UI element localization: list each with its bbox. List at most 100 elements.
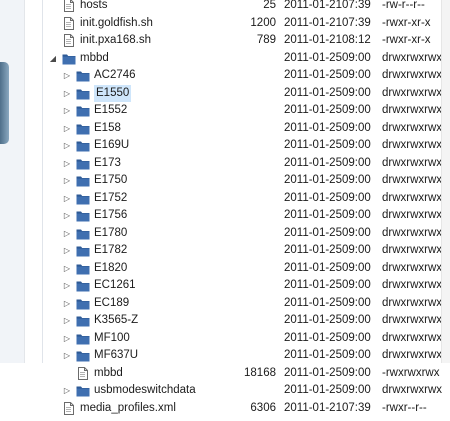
folder-row[interactable]: ▷ E1752 2011-01-25 09:00 drwxrwxrwx [0,190,443,207]
folder-row[interactable]: ▷ MF100 2011-01-25 09:00 drwxrwxrwx [0,330,442,347]
file-name: K3565-Z [94,314,139,326]
file-date: 2011-01-25 [284,156,342,169]
file-icon [62,16,76,30]
file-perm: drwxrwxrwx [382,51,443,64]
folder-row[interactable]: ▷ E1820 2011-01-25 09:00 drwxrwxrwx [0,260,443,277]
folder-icon [76,349,90,362]
file-row[interactable]: init.pxa168.sh 789 2011-01-21 08:12 -rwxr-xr… [0,32,440,49]
folder-icon [76,157,90,170]
file-perm: -rwxr-xr-x [382,16,431,29]
file-time: 09:00 [342,121,371,134]
file-icon [76,366,90,380]
expand-arrow-icon[interactable]: ▷ [62,330,72,347]
file-name: E1752 [94,191,128,204]
folder-row[interactable]: ▷ E1550 2011-01-25 09:00 drwxrwxrwx [0,84,442,102]
folder-row[interactable]: ▷ EC189 2011-01-25 09:00 drwxrwxrwx [0,295,442,312]
expand-arrow-icon[interactable]: ▷ [62,312,72,329]
expand-arrow-icon[interactable]: ▷ [62,190,72,207]
file-row[interactable]: mbbd 18168 2011-01-25 09:00 -rwxrwxrwx [0,365,440,382]
file-name: E1820 [94,261,128,274]
file-time: 09:00 [342,69,371,81]
expand-arrow-icon[interactable]: ▷ [62,155,72,172]
file-perm: -rwxrwxrwx [382,366,440,379]
folder-row[interactable]: ▷ K3565-Z 2011-01-25 09:00 drwxrwxrwx [0,312,442,329]
file-time: 09:00 [342,384,371,396]
file-date: 2011-01-25 [284,296,342,309]
file-perm: drwxrwxrwx [382,261,443,274]
folder-row[interactable]: ▷ E1780 2011-01-25 09:00 drwxrwxrwx [0,225,443,242]
folder-row[interactable]: ▷ E1756 2011-01-25 09:00 drwxrwxrwx [0,207,442,224]
expand-arrow-icon[interactable]: ▷ [62,102,72,119]
file-name: EC1261 [94,279,136,291]
file-name: E169U [94,139,130,151]
file-date: 2011-01-25 [284,226,342,239]
folder-row[interactable]: ◢ mbbd 2011-01-25 09:00 drwxrwxrwx [0,50,443,67]
folder-icon [76,104,90,117]
folder-row[interactable]: ▷ MF637U 2011-01-25 09:00 drwxrwxrwx [0,347,442,364]
expand-arrow-icon[interactable]: ▷ [62,260,72,277]
file-time: 07:39 [342,16,371,29]
folder-row[interactable]: ▷ usbmodeswitchdata 2011-01-25 09:00 drwxrwx… [0,382,443,399]
expand-arrow-icon[interactable]: ▷ [62,85,72,102]
file-row[interactable]: hosts 25 2011-01-21 07:39 -rw-r--r-- [0,0,440,14]
file-name: E1756 [94,209,128,221]
expand-arrow-icon[interactable]: ▷ [62,242,72,259]
folder-icon [76,209,90,222]
vertical-scrollbar[interactable] [441,0,450,363]
expand-arrow-icon[interactable]: ▷ [62,172,72,189]
file-date: 2011-01-21 [284,34,342,46]
file-name: MF637U [94,349,139,361]
file-perm: -rwxr--r-- [382,401,427,414]
folder-row[interactable]: ▷ E1750 2011-01-25 09:00 drwxrwxrwx [0,172,442,189]
folder-row[interactable]: ▷ E1782 2011-01-25 09:00 drwxrwxrwx [0,242,442,259]
file-time: 07:39 [342,401,371,414]
expand-arrow-icon[interactable]: ▷ [62,225,72,242]
file-date: 2011-01-25 [284,86,342,99]
file-size: 789 [256,34,276,46]
file-name: E1550 [94,84,132,102]
file-name: E1782 [94,244,128,256]
file-time: 09:00 [342,174,371,186]
file-date: 2011-01-25 [284,104,342,116]
file-size: 18168 [244,366,276,379]
file-time: 09:00 [342,226,371,239]
file-icon [62,0,76,12]
file-name: E158 [94,121,121,134]
expand-arrow-icon[interactable]: ▷ [62,120,72,137]
file-time: 09:00 [342,51,371,64]
file-name: init.pxa168.sh [80,34,151,46]
file-name: mbbd [80,51,109,64]
expand-arrow-icon[interactable]: ▷ [62,295,72,312]
file-name: init.goldfish.sh [80,16,153,29]
file-row[interactable]: init.goldfish.sh 1200 2011-01-21 07:39 -rwxr… [0,15,440,32]
file-perm: drwxrwxrwx [382,226,443,239]
file-perm: drwxrwxrwx [382,384,443,396]
file-date: 2011-01-25 [284,244,342,256]
folder-row[interactable]: ▷ EC1261 2011-01-25 09:00 drwxrwxrwx [0,277,442,294]
file-date: 2011-01-25 [284,349,342,361]
file-date: 2011-01-25 [284,174,342,186]
file-perm: drwxrwxrwx [382,104,443,116]
folder-row[interactable]: ▷ E1552 2011-01-25 09:00 drwxrwxrwx [0,102,443,119]
file-date: 2011-01-25 [284,314,342,326]
folder-row[interactable]: ▷ E169U 2011-01-25 09:00 drwxrwxrwx [0,137,442,154]
folder-icon [76,69,90,82]
file-time: 09:00 [342,261,371,274]
folder-row[interactable]: ▷ AC2746 2011-01-25 09:00 drwxrwxrwx [0,67,442,84]
expand-arrow-icon[interactable]: ▷ [62,137,72,154]
file-time: 09:00 [342,156,371,169]
file-time: 09:00 [342,349,371,361]
expand-arrow-icon[interactable]: ▷ [62,347,72,364]
collapse-arrow-icon[interactable]: ◢ [48,50,58,67]
expand-arrow-icon[interactable]: ▷ [62,207,72,224]
folder-row[interactable]: ▷ E158 2011-01-25 09:00 drwxrwxrwx [0,120,442,137]
expand-arrow-icon[interactable]: ▷ [62,67,72,84]
file-size: 25 [263,0,276,11]
file-date: 2011-01-25 [284,139,342,151]
expand-arrow-icon[interactable]: ▷ [62,382,72,399]
file-row[interactable]: media_profiles.xml 6306 2011-01-21 07:39 -rw… [0,400,440,417]
expand-arrow-icon[interactable]: ▷ [62,277,72,294]
file-perm: drwxrwxrwx [382,191,443,204]
folder-icon [76,227,90,240]
folder-row[interactable]: ▷ E173 2011-01-25 09:00 drwxrwxrwx [0,155,442,172]
